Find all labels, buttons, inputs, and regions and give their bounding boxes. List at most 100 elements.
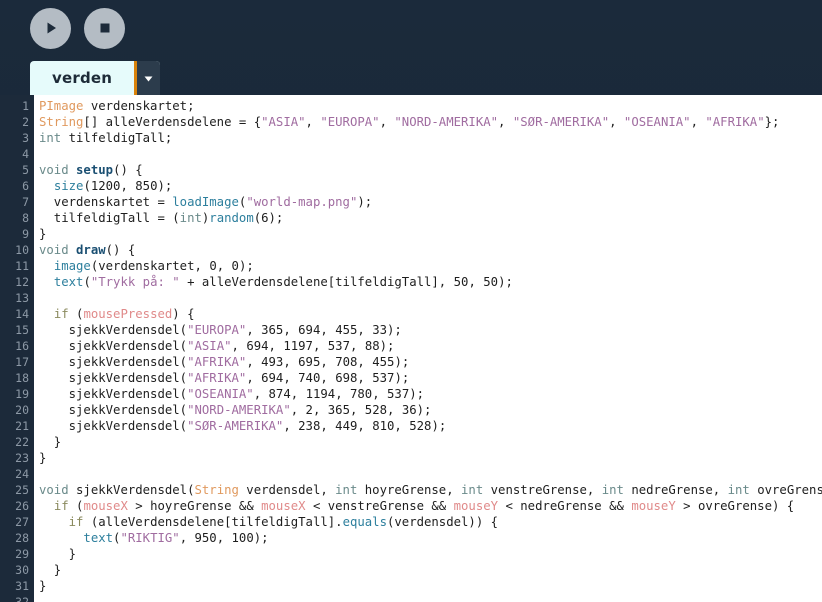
code-editor[interactable]: 1 2 3 4 5 6 7 8 9 10 11 12 13 14 15 16 17 18 19 20 21 22 23 24 2… [0,95,822,602]
code-token-plain: () { [105,243,136,257]
code-token-plain: , [379,115,395,129]
code-line[interactable]: if (alleVerdensdelene[tilfeldigTall].equ… [39,514,822,530]
code-line[interactable]: } [39,546,822,562]
code-token-plain: + alleVerdensdelene[tilfeldigTall], [179,275,454,289]
code-token-plain: < nedreGrense && [498,499,632,513]
code-token-num: 0 [231,259,239,273]
code-token-plain: , [690,115,706,129]
tab-menu-button[interactable] [134,61,161,95]
code-token-num: 6 [261,211,269,225]
code-token-plain: } [39,563,62,577]
code-token-ctl: if [53,307,69,321]
code-line[interactable]: sjekkVerdensdel("SØR-AMERIKA", 238, 449,… [39,418,822,434]
code-token-plain: sjekkVerdensdel( [39,419,188,433]
code-line[interactable]: sjekkVerdensdel("EUROPA", 365, 694, 455,… [39,322,822,338]
code-token-str: "world-map.png" [246,195,358,209]
code-token-str: "OSEANIA" [187,387,254,401]
code-token-plain: ( [253,211,262,225]
code-token-kw: int [335,483,358,497]
run-button[interactable] [30,7,71,49]
code-token-plain: , [609,115,624,129]
code-line[interactable]: tilfeldigTall = (int)random(6); [39,210,822,226]
code-line[interactable]: text("RIKTIG", 950, 100); [39,530,822,546]
code-token-fname: loadImage [172,195,239,209]
code-token-num: 455 [372,355,395,369]
code-token-plain: , [216,531,232,545]
code-token-var: mouseY [453,499,499,513]
code-line[interactable] [39,146,822,162]
code-token-num: 694 [261,371,284,385]
code-line[interactable]: } [39,434,822,450]
code-token-num: 365 [261,323,284,337]
code-line[interactable] [39,594,822,602]
code-token-plain: sjekkVerdensdel( [39,371,188,385]
code-line[interactable]: text("Trykk på: " + alleVerdensdelene[ti… [39,274,822,290]
stop-button[interactable] [84,7,125,49]
line-number: 30 [15,563,29,577]
code-token-plain: , [246,355,262,369]
code-token-fname: text [53,275,84,289]
code-token-plain: hoyreGrense, [357,483,462,497]
code-token-num: 537 [327,339,350,353]
code-token-var: mouseX [83,499,128,513]
code-token-num: 36 [401,403,417,417]
code-line[interactable]: } [39,450,822,466]
code-token-plain: nedreGrense, [623,483,728,497]
code-line[interactable] [39,466,822,482]
line-number: 23 [15,451,29,465]
code-line[interactable]: verdenskartet = loadImage("world-map.png… [39,194,822,210]
code-token-plain: ); [357,195,373,209]
code-area[interactable]: PImage verdenskartet; String[] alleVerden… [34,95,822,602]
code-token-fname: size [53,179,84,193]
code-line[interactable]: PImage verdenskartet; [39,98,822,114]
code-line[interactable]: void setup() { [39,162,822,178]
code-line[interactable]: if (mousePressed) { [39,306,822,322]
line-number: 16 [15,339,29,353]
code-token-plain: ); [253,531,269,545]
code-line[interactable]: void draw() { [39,242,822,258]
code-token-plain: ); [387,323,402,337]
code-token-plain: , [283,419,299,433]
play-icon [43,20,59,36]
line-number: 11 [15,259,29,273]
code-token-fname: text [83,531,114,545]
code-token-ctl: if [53,499,69,513]
code-token-plain: ); [157,179,173,193]
code-line[interactable]: sjekkVerdensdel("NORD-AMERIKA", 2, 365, … [39,402,822,418]
code-line[interactable]: image(verdenskartet, 0, 0); [39,258,822,274]
code-line[interactable]: int tilfeldigTall; [39,130,822,146]
code-line[interactable]: sjekkVerdensdel("OSEANIA", 874, 1194, 78… [39,386,822,402]
code-line[interactable]: String[] alleVerdensdelene = {"ASIA", "E… [39,114,822,130]
code-token-plain: } [39,579,47,593]
code-line[interactable] [39,290,822,306]
code-token-plain: < venstreGrense && [305,499,454,513]
code-line[interactable]: sjekkVerdensdel("AFRIKA", 493, 695, 708,… [39,354,822,370]
code-token-str: "AFRIKA" [187,355,247,369]
code-line[interactable]: void sjekkVerdensdel(String verdensdel, … [39,482,822,498]
code-token-plain: , [357,323,373,337]
code-token-num: 740 [298,371,321,385]
code-line[interactable]: if (mouseX > hoyreGrense && mouseX < ven… [39,498,822,514]
line-number: 6 [22,179,29,193]
code-token-plain: , [283,355,299,369]
code-line[interactable]: sjekkVerdensdel("ASIA", 694, 1197, 537, … [39,338,822,354]
code-line[interactable]: } [39,226,822,242]
line-number: 21 [15,419,29,433]
code-token-fname: image [53,259,91,273]
code-token-num: 708 [335,355,358,369]
code-line[interactable]: size(1200, 850); [39,178,822,194]
code-token-num: 455 [335,323,358,337]
code-token-plain: verdenskartet = [39,195,173,209]
code-line[interactable]: } [39,578,822,594]
tab-verden[interactable]: verden [30,61,161,95]
line-number: 22 [15,435,29,449]
code-token-num: 0 [209,259,217,273]
code-line[interactable]: } [39,562,822,578]
code-line[interactable]: sjekkVerdensdel("AFRIKA", 694, 740, 698,… [39,370,822,386]
line-number: 29 [15,547,29,561]
